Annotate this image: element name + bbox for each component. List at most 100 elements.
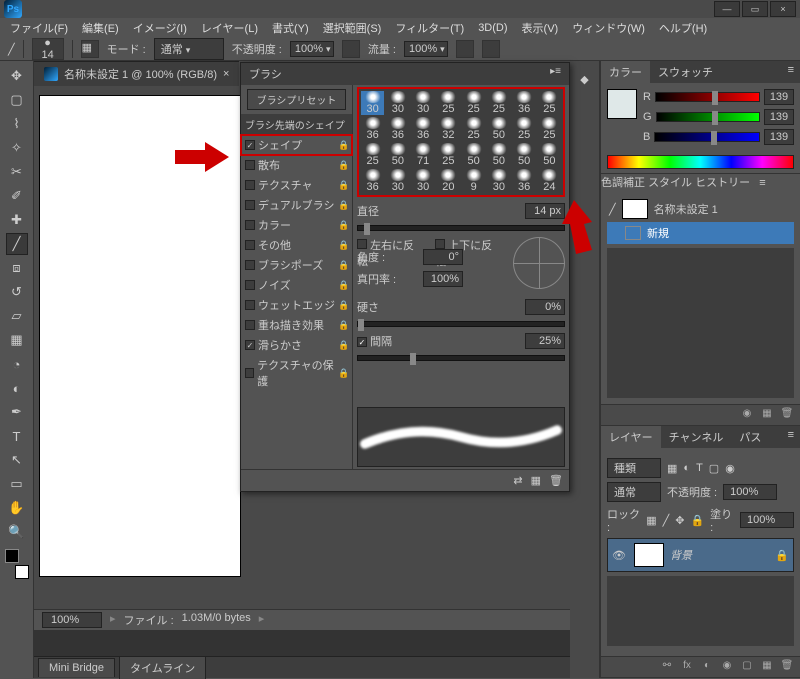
hand-tool[interactable]: ✋: [6, 497, 28, 519]
brush-tip[interactable]: 25: [487, 91, 510, 115]
menu-file[interactable]: ファイル(F): [4, 18, 74, 38]
brush-option[interactable]: カラー🔒: [241, 215, 352, 235]
flow-input[interactable]: 100%: [404, 41, 448, 57]
blend-mode[interactable]: 通常: [607, 482, 661, 502]
menu-help[interactable]: ヘルプ(H): [653, 18, 713, 38]
minimize-button[interactable]: —: [714, 1, 740, 17]
brush-tip[interactable]: 50: [487, 143, 510, 167]
color-swatch[interactable]: [607, 89, 637, 119]
marquee-tool[interactable]: ▢: [6, 89, 28, 111]
brush-tip[interactable]: 30: [487, 169, 510, 193]
panel-menu-icon[interactable]: ≡: [753, 174, 771, 192]
filter-icon[interactable]: ◐: [683, 462, 690, 474]
brush-tip-shape[interactable]: ブラシ先端のシェイプ: [241, 114, 352, 135]
collapsed-panel-icon[interactable]: ◆: [570, 67, 599, 91]
dodge-tool[interactable]: ◐: [6, 377, 28, 399]
brush-tip[interactable]: 25: [462, 91, 485, 115]
close-button[interactable]: ×: [770, 1, 796, 17]
tablet-opacity-icon[interactable]: [342, 40, 360, 58]
menu-view[interactable]: 表示(V): [516, 18, 565, 38]
brush-option[interactable]: その他🔒: [241, 235, 352, 255]
menu-filter[interactable]: フィルター(T): [389, 18, 470, 38]
adjustment-icon[interactable]: ◉: [720, 660, 734, 674]
brush-tip[interactable]: 36: [361, 169, 384, 193]
history-list[interactable]: [607, 248, 794, 398]
panel-menu-icon[interactable]: ▸≡: [550, 66, 561, 82]
type-tool[interactable]: T: [6, 425, 28, 447]
angle-control[interactable]: [513, 237, 565, 289]
roundness-value[interactable]: 100%: [423, 271, 463, 287]
brush-tip[interactable]: 36: [513, 91, 536, 115]
brush-tip[interactable]: 25: [538, 117, 561, 141]
layer-row[interactable]: 👁 背景 🔒: [607, 538, 794, 572]
tab-color[interactable]: カラー: [601, 61, 650, 83]
menu-image[interactable]: イメージ(I): [127, 18, 193, 38]
brush-tip[interactable]: 36: [361, 117, 384, 141]
blur-tool[interactable]: ◔: [6, 353, 28, 375]
tab-minibridge[interactable]: Mini Bridge: [38, 658, 115, 677]
layer-thumbnail[interactable]: [634, 543, 664, 567]
zoom-input[interactable]: 100%: [42, 612, 102, 628]
zoom-tool[interactable]: 🔍: [6, 521, 28, 543]
filter-icon[interactable]: ◉: [725, 462, 735, 475]
lock-all-icon[interactable]: 🔒: [690, 514, 704, 527]
camera-icon[interactable]: ◉: [740, 408, 754, 422]
tab-adjustments[interactable]: 色調補正: [601, 177, 645, 189]
brush-tip[interactable]: 50: [462, 143, 485, 167]
spacing-value[interactable]: 25%: [525, 333, 565, 349]
brush-tip[interactable]: 71: [412, 143, 435, 167]
eyedropper-tool[interactable]: ✐: [6, 185, 28, 207]
lock-position-icon[interactable]: ✥: [675, 514, 684, 527]
brush-tip[interactable]: 36: [412, 117, 435, 141]
move-tool[interactable]: ✥: [6, 65, 28, 87]
brush-option[interactable]: ✓シェイプ🔒: [241, 135, 352, 155]
b-value[interactable]: 139: [764, 129, 794, 145]
brush-option[interactable]: ウェットエッジ🔒: [241, 295, 352, 315]
brush-option[interactable]: 重ね描き効果🔒: [241, 315, 352, 335]
layer-name[interactable]: 背景: [670, 547, 692, 563]
pen-tool[interactable]: ✒: [6, 401, 28, 423]
brush-tip[interactable]: 36: [513, 169, 536, 193]
airbrush-icon[interactable]: [456, 40, 474, 58]
filter-icon[interactable]: T: [696, 462, 703, 474]
mode-select[interactable]: 通常: [154, 38, 224, 60]
history-item[interactable]: 新規: [607, 222, 794, 244]
menu-select[interactable]: 選択範囲(S): [317, 18, 388, 38]
trash-icon[interactable]: 🗑: [780, 660, 794, 674]
size-value[interactable]: 14 px: [525, 203, 565, 219]
panel-menu-icon[interactable]: ≡: [782, 61, 800, 83]
spacing-slider[interactable]: [357, 355, 565, 361]
fill-value[interactable]: 100%: [740, 512, 794, 528]
brush-tip[interactable]: 25: [361, 143, 384, 167]
brush-tip[interactable]: 36: [386, 117, 409, 141]
brush-tip[interactable]: 32: [437, 117, 460, 141]
brush-tip[interactable]: 30: [412, 169, 435, 193]
new-icon[interactable]: ▦: [760, 408, 774, 422]
trash-icon[interactable]: 🗑: [549, 474, 563, 487]
trash-icon[interactable]: 🗑: [780, 408, 794, 422]
eraser-tool[interactable]: ▱: [6, 305, 28, 327]
fg-color[interactable]: [5, 549, 19, 563]
color-swatches[interactable]: [5, 549, 29, 579]
tab-swatches[interactable]: スウォッチ: [650, 61, 721, 83]
brush-tip[interactable]: 50: [513, 143, 536, 167]
filter-icon[interactable]: ▦: [667, 462, 677, 475]
g-slider[interactable]: [656, 112, 760, 122]
brush-tip[interactable]: 25: [437, 143, 460, 167]
menu-edit[interactable]: 編集(E): [76, 18, 125, 38]
brush-tip[interactable]: 25: [513, 117, 536, 141]
menu-layer[interactable]: レイヤー(L): [195, 18, 264, 38]
r-slider[interactable]: [655, 92, 760, 102]
new-layer-icon[interactable]: ▦: [760, 660, 774, 674]
filter-icon[interactable]: ▢: [709, 462, 719, 475]
brush-panel-toggle[interactable]: ▦: [81, 40, 99, 58]
brush-tip[interactable]: 9: [462, 169, 485, 193]
toggle-icon[interactable]: ⇄: [513, 474, 522, 487]
brush-tip[interactable]: 30: [361, 91, 384, 115]
history-snapshot[interactable]: ╱ 名称未設定 1: [607, 196, 794, 222]
document-tab[interactable]: 名称未設定 1 @ 100% (RGB/8) ×: [34, 61, 239, 86]
brush-tip[interactable]: 30: [386, 91, 409, 115]
brush-tip[interactable]: 30: [412, 91, 435, 115]
lock-transparent-icon[interactable]: ▦: [646, 514, 656, 527]
brush-tip[interactable]: 24: [538, 169, 561, 193]
